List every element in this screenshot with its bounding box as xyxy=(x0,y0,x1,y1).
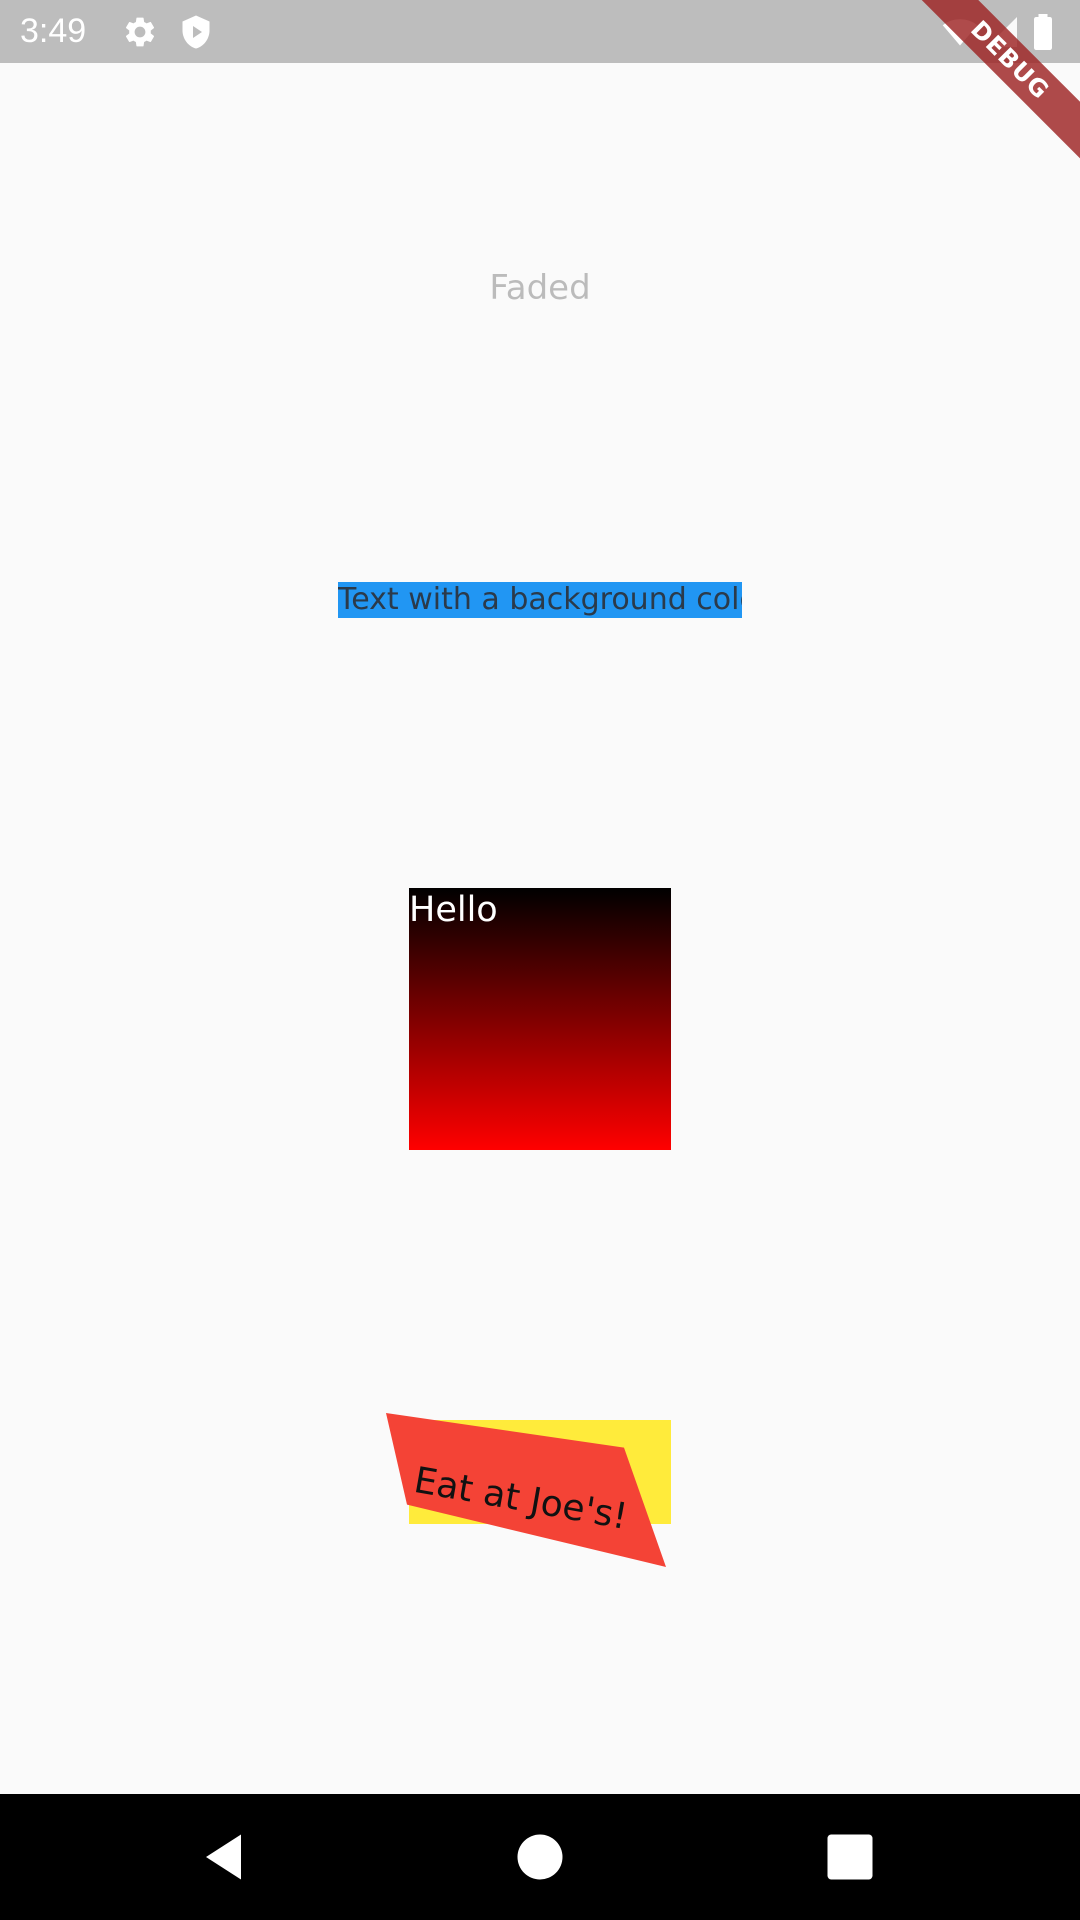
home-icon[interactable] xyxy=(510,1827,570,1887)
gear-icon xyxy=(122,14,158,50)
status-bar: 3:49 xyxy=(0,0,1080,63)
gradient-box-label: Hello xyxy=(409,890,498,930)
back-icon[interactable] xyxy=(196,1827,256,1887)
gradient-box: Hello xyxy=(409,888,671,1150)
battery-icon xyxy=(1030,14,1056,50)
navigation-bar xyxy=(0,1794,1080,1920)
background-color-text: Text with a background color xyxy=(338,582,742,618)
recents-icon[interactable] xyxy=(820,1827,880,1887)
faded-text: Faded xyxy=(489,268,591,308)
shield-icon xyxy=(178,14,214,50)
status-time: 3:49 xyxy=(20,12,87,50)
